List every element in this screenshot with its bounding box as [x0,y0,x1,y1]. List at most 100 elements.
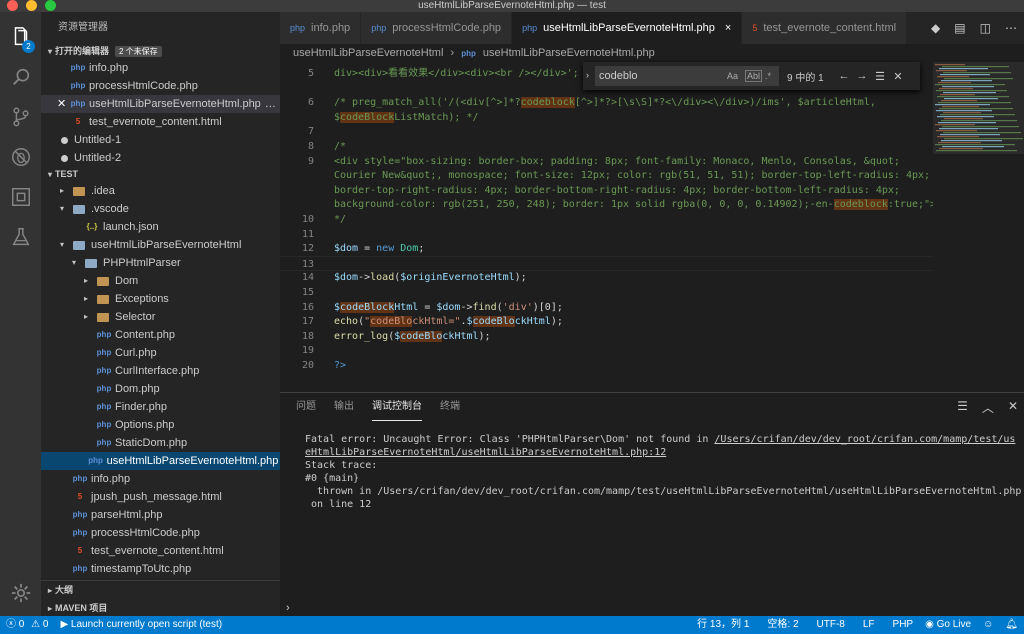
minimize-window-button[interactable] [26,0,37,11]
tree-item[interactable]: php useHtmlLibParseEvernoteHtml.php [41,452,280,470]
tree-item[interactable]: php info.php [41,470,280,488]
close-editor-icon[interactable]: ✕ [57,95,67,113]
settings-gear-icon[interactable] [0,574,41,612]
panel-tab[interactable]: 调试控制台 [372,393,422,421]
search-icon[interactable] [0,58,41,96]
tree-item[interactable]: php Dom.php [41,380,280,398]
tree-item[interactable]: ▾ .vscode [41,200,280,218]
git-compare-icon[interactable]: ◆ [931,21,940,35]
code-line[interactable]: 14 $dom->load($originEvernoteHtml); [280,270,933,285]
editor-tab[interactable]: php processHtmlCode.php [361,12,513,44]
open-editor-item[interactable]: 5 test_evernote_content.html [41,113,280,131]
code-line[interactable]: 20 ?> [280,358,933,373]
open-editors-header[interactable]: ▾ 打开的编辑器 2 个未保存 [41,44,280,59]
breadcrumb-folder[interactable]: useHtmlLibParseEvernoteHtml [293,47,443,59]
open-editor-item[interactable]: php info.php [41,59,280,77]
code-line[interactable]: 12 $dom = new Dom; [280,241,933,256]
test-folder-header[interactable]: ▾ TEST [41,167,280,182]
tree-item[interactable]: ▸ Exceptions [41,290,280,308]
tree-item[interactable]: php timestampToUtc.php [41,560,280,578]
tree-item[interactable]: php StaticDom.php [41,434,280,452]
tree-item[interactable]: ▸ .idea [41,182,280,200]
cursor-position[interactable]: 行 13，列 1 [691,616,755,634]
tree-item[interactable]: php processHtmlCode.php [41,524,280,542]
console-input-prompt[interactable]: › [286,602,290,614]
maximize-panel-chevron-icon[interactable]: ︿ [982,399,994,416]
language-mode[interactable]: PHP [887,616,920,634]
tree-item[interactable]: php Curl.php [41,344,280,362]
code-line[interactable]: 9 <div style="box-sizing: border-box; pad… [280,154,933,169]
close-panel-icon[interactable]: ✕ [1008,399,1018,416]
code-line[interactable]: $codeBlockListMatch); */ [280,110,933,125]
next-match-arrow-icon[interactable]: → [853,70,871,82]
code-editor[interactable]: 5 div><div>看看效果</div><div><br /></div>'; 6… [280,62,933,392]
code-line[interactable]: 13 [280,255,933,271]
match-case-toggle[interactable]: Aa [727,71,738,81]
explorer-icon[interactable]: 2 [0,18,41,56]
match-word-toggle[interactable]: Abl [745,70,763,82]
maven-section-header[interactable]: ▸ MAVEN 项目 [41,599,280,617]
indentation[interactable]: 空格: 2 [761,616,804,634]
tree-item[interactable]: 5 test_evernote_content.html [41,542,280,560]
panel-tab[interactable]: 问题 [296,393,316,421]
test-flask-icon[interactable] [0,218,41,256]
line-ending[interactable]: LF [857,616,881,634]
panel-tab[interactable]: 终端 [440,393,460,421]
feedback-smiley-icon[interactable]: ☺ [977,616,999,634]
find-in-selection-icon[interactable]: ☰ [871,70,889,83]
open-editor-item[interactable]: Untitled-1 [41,131,280,149]
toggle-replace-chevron-icon[interactable]: › [586,70,589,80]
regex-toggle[interactable]: .* [765,71,771,81]
tree-item[interactable]: php Options.php [41,416,280,434]
clear-console-icon[interactable]: ☰ [957,399,968,416]
zoom-window-button[interactable] [45,0,56,11]
tree-item[interactable]: ▾ PHPHtmlParser [41,254,280,272]
panel-tab[interactable]: 输出 [334,393,354,421]
tree-item[interactable]: ▾ useHtmlLibParseEvernoteHtml [41,236,280,254]
tree-item[interactable]: ▸ Dom [41,272,280,290]
open-editor-item[interactable]: Untitled-2 [41,149,280,167]
code-line[interactable]: 19 [280,343,933,358]
close-find-icon[interactable]: ✕ [889,70,907,83]
close-window-button[interactable] [7,0,18,11]
code-line[interactable]: 11 [280,227,933,242]
code-line[interactable]: 7 [280,124,933,139]
code-line[interactable]: 15 [280,285,933,300]
code-line[interactable]: Courier New&quot;, monospace; font-size:… [280,168,933,183]
code-line[interactable]: 10 */ [280,212,933,227]
encoding[interactable]: UTF-8 [811,616,851,634]
close-tab-icon[interactable]: × [725,22,731,34]
go-live-button[interactable]: ◉ Go Live [919,616,977,634]
launch-config-button[interactable]: ▶ Launch currently open script (test) [54,616,228,634]
problems-status[interactable]: ⓧ 0 ⚠ 0 [0,616,54,634]
minimap[interactable] [933,62,1024,392]
more-actions-icon[interactable]: ⋯ [1005,21,1017,35]
tree-item[interactable]: php parseHtml.php [41,506,280,524]
tree-item[interactable]: php Content.php [41,326,280,344]
tree-item[interactable]: php Finder.php [41,398,280,416]
editor-tab[interactable]: php info.php [280,12,362,44]
code-line[interactable]: 16 $codeBlockHtml = $dom->find('div')[0]; [280,300,933,315]
editor-tab[interactable]: php useHtmlLibParseEvernoteHtml.php × [512,12,743,44]
open-editor-item[interactable]: ✕ php useHtmlLibParseEvernoteHtml.php… [41,95,280,113]
tree-item[interactable]: 5 jpush_push_message.html [41,488,280,506]
code-line[interactable]: 17 echo("codeBlockHtml=".$codeBlockHtml); [280,314,933,329]
open-editor-item[interactable]: php processHtmlCode.php [41,77,280,95]
outline-section-header[interactable]: ▸ 大纲 [41,581,280,599]
breadcrumb-file[interactable]: useHtmlLibParseEvernoteHtml.php [483,47,655,59]
debug-icon[interactable] [0,138,41,176]
code-line[interactable]: 6 /* preg_match_all('/(<div[^>]*?codebloc… [280,95,933,110]
tree-item[interactable]: ▸ Selector [41,308,280,326]
editor-tab[interactable]: 5 test_evernote_content.html [742,12,908,44]
previous-match-arrow-icon[interactable]: ← [835,70,853,82]
extensions-icon[interactable] [0,178,41,216]
notifications-bell-icon[interactable]: 🔔︎ [999,616,1024,634]
tree-item[interactable]: php CurlInterface.php [41,362,280,380]
code-line[interactable]: background-color: rgb(251, 250, 248); bo… [280,197,933,212]
open-preview-icon[interactable]: ▤ [954,21,965,35]
code-line[interactable]: border-top-right-radius: 4px; border-bot… [280,183,933,198]
code-line[interactable]: 8 /* [280,139,933,154]
tree-item[interactable]: {..} launch.json [41,218,280,236]
split-editor-icon[interactable]: ◫ [980,21,991,35]
code-line[interactable]: 18 error_log($codeBlockHtml); [280,329,933,344]
